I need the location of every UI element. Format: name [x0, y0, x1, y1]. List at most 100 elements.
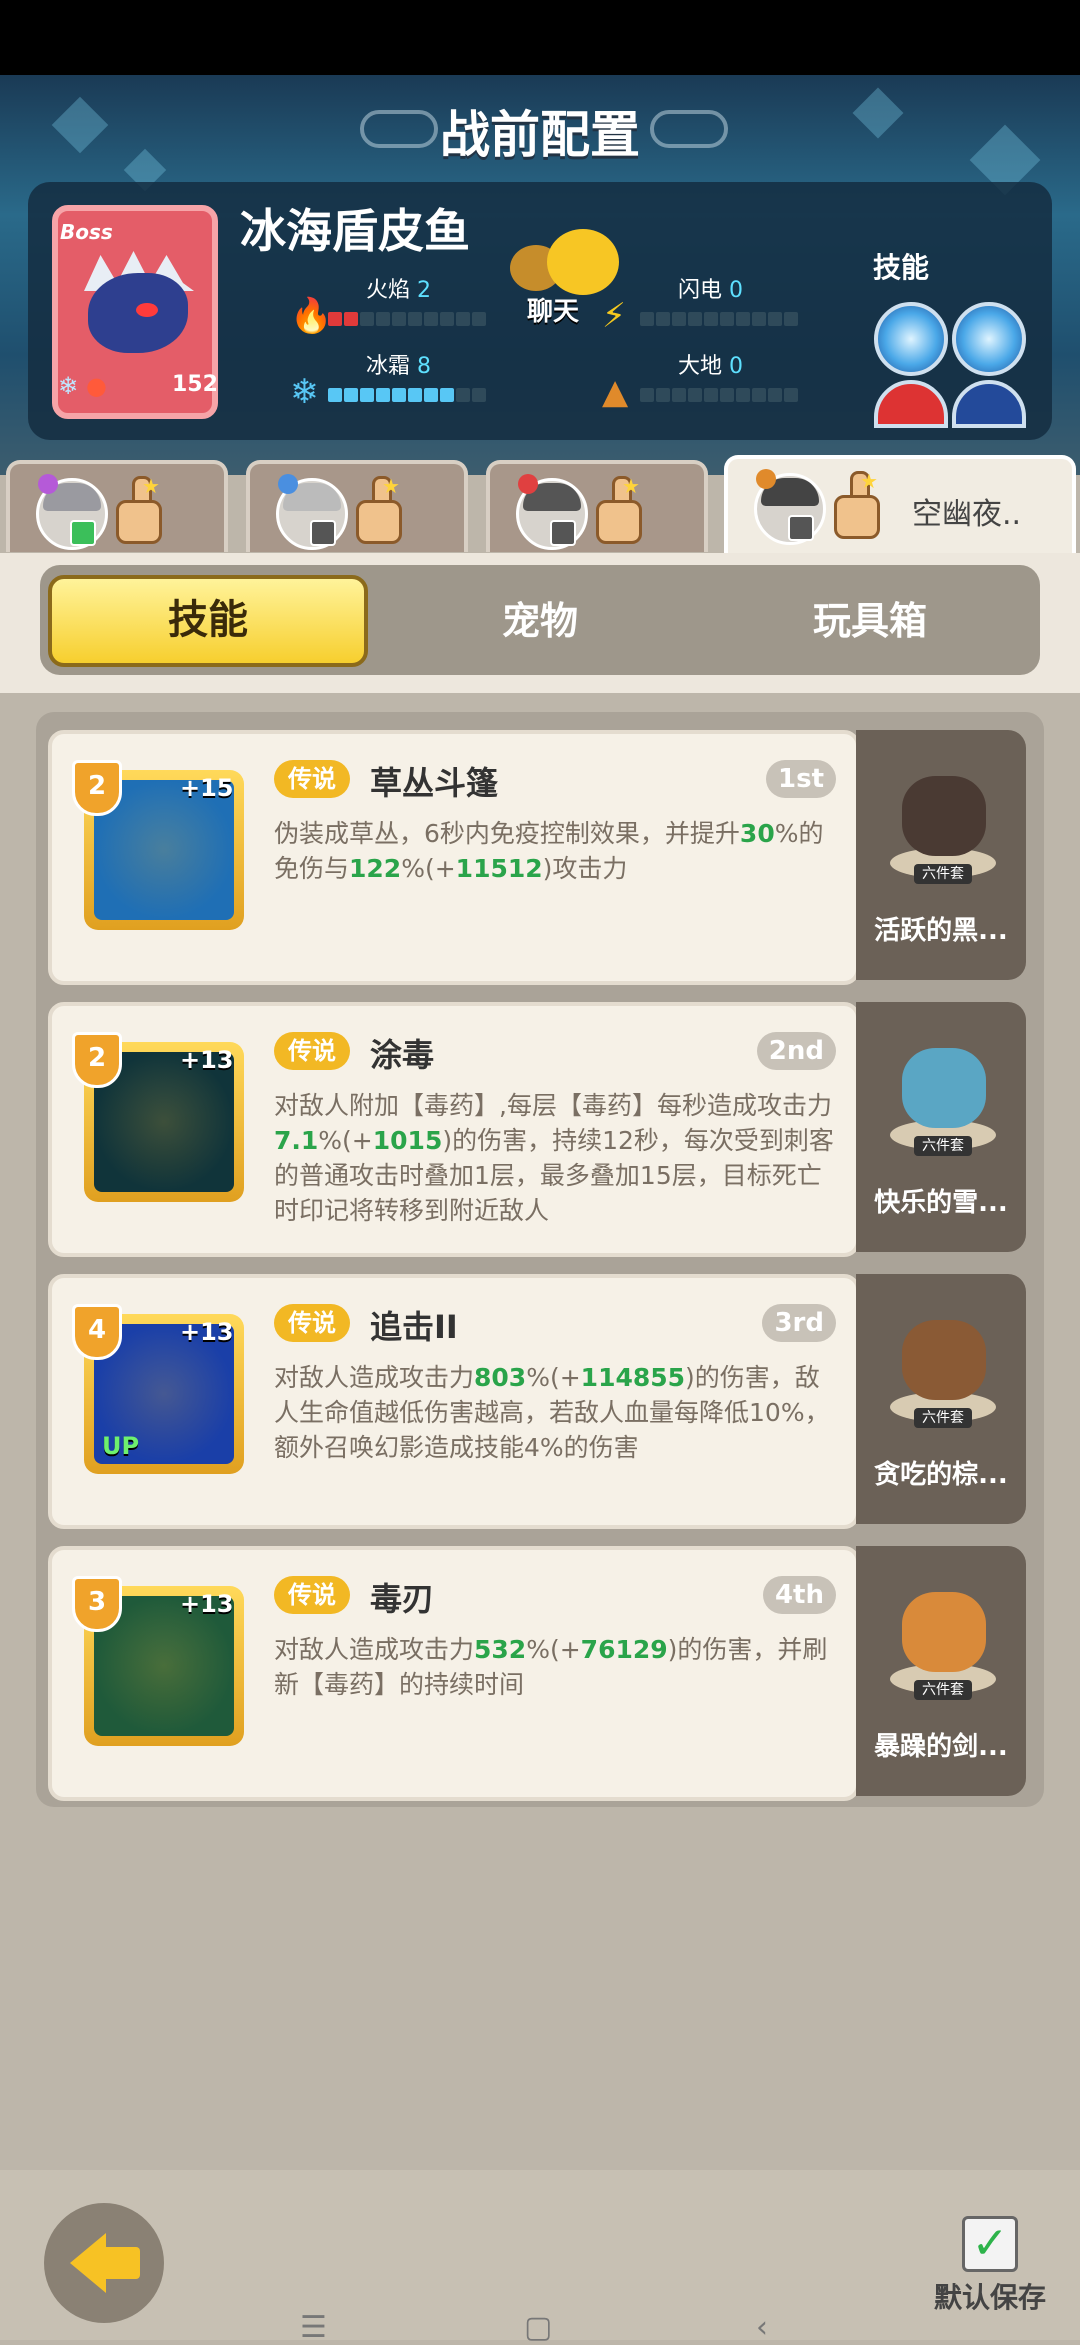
pet-slot[interactable]: 六件套 快乐的雪... — [856, 1002, 1026, 1252]
stat-bar-segment — [472, 388, 486, 402]
snowflake-icon: ❄ — [58, 372, 79, 400]
snowflake-icon: ❄ — [290, 372, 319, 412]
skill-level-badge: 2 — [72, 760, 122, 816]
skill-description-text: 伪装成草丛，6秒内免疫控制效果，并提升 — [274, 819, 740, 848]
skill-rank-badge: 3rd — [762, 1304, 836, 1342]
element-icon — [38, 474, 58, 494]
skill-rarity-badge: 传说 — [274, 1576, 350, 1614]
pointing-hand-icon: ★ — [112, 474, 162, 544]
hero-tab-1[interactable]: ★ — [6, 460, 228, 552]
stat-bar-segment — [440, 312, 454, 326]
skill-value-highlight: 7.1 — [274, 1126, 319, 1155]
pet-set-tag: 六件套 — [914, 1680, 972, 1700]
chat-button[interactable]: 聊天 — [505, 225, 620, 327]
skill-value-highlight: 532 — [474, 1635, 527, 1664]
boss-skill-ice-wave-icon[interactable] — [952, 302, 1026, 376]
stat-bar-segment — [640, 388, 654, 402]
skill-enhance-level: +13 — [180, 1318, 234, 1346]
stat-bar-segment — [736, 388, 750, 402]
stat-bar-segment — [360, 388, 374, 402]
skill-description: 对敌人造成攻击力803%(+114855)的伤害，敌人生命值越低伤害越高，若敌人… — [274, 1360, 844, 1465]
stat-bar-segment — [392, 312, 406, 326]
earth-icon: ▲ — [602, 372, 629, 412]
pet-set-tag: 六件套 — [914, 1136, 972, 1156]
skill-description-text: %(+ — [318, 1126, 373, 1155]
stat-bar-segment — [424, 388, 438, 402]
skill-description-text: %(+ — [401, 854, 456, 883]
pet-name: 暴躁的剑... — [874, 1732, 1008, 1762]
skill-description: 伪装成草丛，6秒内免疫控制效果，并提升30%的免伤与122%(+11512)攻击… — [274, 816, 844, 886]
skill-card[interactable]: 2 +15 传说 草丛斗篷 1st 伪装成草丛，6秒内免疫控制效果，并提升30%… — [48, 730, 860, 985]
skill-level-badge: 3 — [72, 1576, 122, 1632]
pet-name: 快乐的雪... — [874, 1188, 1008, 1218]
stat-bar-segment — [688, 388, 702, 402]
stat-bar-segment — [392, 388, 406, 402]
skill-name: 毒刃 — [370, 1580, 435, 1618]
skill-rarity-badge: 传说 — [274, 1304, 350, 1342]
skill-name: 追击II — [370, 1308, 458, 1346]
stat-bar-segment — [704, 312, 718, 326]
skill-enhance-level: +13 — [180, 1046, 234, 1074]
pet-slot[interactable]: 六件套 暴躁的剑... — [856, 1546, 1026, 1796]
skill-value-highlight: 76129 — [580, 1635, 668, 1664]
pet-figure: 六件套 — [890, 752, 996, 892]
boss-level: 152 — [172, 372, 218, 397]
skill-rank-badge: 1st — [766, 760, 836, 798]
stat-bar-segment — [472, 312, 486, 326]
pointing-hand-icon: ★ — [352, 474, 402, 544]
default-save-label: 默认保存 — [934, 2281, 1047, 2314]
skill-name: 涂毒 — [370, 1036, 435, 1074]
default-save-checkbox[interactable]: ✓ — [962, 2216, 1018, 2272]
pet-slot[interactable]: 六件套 活跃的黑... — [856, 730, 1026, 980]
class-badge-icon — [70, 520, 96, 546]
stat-bar-segment — [344, 312, 358, 326]
stat-bar-segment — [440, 388, 454, 402]
stat-bar-segment — [784, 312, 798, 326]
boss-skill-ice-crystal-icon[interactable] — [874, 302, 948, 376]
hero-name: 空幽夜.. — [912, 497, 1022, 532]
back-button[interactable] — [44, 2203, 164, 2323]
hero-tab-2[interactable]: ★ — [246, 460, 468, 552]
pet-figure: 六件套 — [890, 1568, 996, 1708]
class-badge-icon — [310, 520, 336, 546]
stat-fire-bar — [328, 312, 486, 326]
skill-card[interactable]: 3 +13 传说 毒刃 4th 对敌人造成攻击力532%(+76129)的伤害，… — [48, 1546, 860, 1801]
pointing-hand-icon: ★ — [592, 474, 642, 544]
skill-enhance-level: +15 — [180, 774, 234, 802]
page-title: 战前配置 — [440, 106, 640, 164]
element-icon — [278, 474, 298, 494]
stat-bar-segment — [656, 388, 670, 402]
skill-card[interactable]: 2 +13 传说 涂毒 2nd 对敌人附加【毒药】,每层【毒药】每秒造成攻击力 7… — [48, 1002, 860, 1257]
skill-value-highlight: 1015 — [372, 1126, 443, 1155]
skill-description-text: )攻击力 — [542, 854, 628, 883]
tab-toybox[interactable]: 玩具箱 — [720, 575, 1020, 667]
stat-frost-label: 冰霜 8 — [366, 354, 432, 379]
stat-bar-segment — [424, 312, 438, 326]
skill-value-highlight: 114855 — [580, 1363, 686, 1392]
hero-tab-4[interactable]: ★ 空幽夜.. — [724, 455, 1076, 555]
stat-bar-segment — [768, 388, 782, 402]
skill-value-highlight: 122 — [349, 854, 402, 883]
stat-bar-segment — [360, 312, 374, 326]
skill-rank-badge: 2nd — [756, 1032, 836, 1070]
stat-bar-segment — [784, 388, 798, 402]
tab-skills[interactable]: 技能 — [48, 575, 368, 667]
class-badge-icon — [550, 520, 576, 546]
stat-bar-segment — [376, 388, 390, 402]
skill-value-highlight: 30 — [739, 819, 775, 848]
pet-slot[interactable]: 六件套 贪吃的棕... — [856, 1274, 1026, 1524]
stat-bar-segment — [408, 312, 422, 326]
stat-bar-segment — [328, 312, 342, 326]
stat-bar-segment — [344, 388, 358, 402]
skill-card[interactable]: UP 4 +13 传说 追击II 3rd 对敌人造成攻击力803%(+11485… — [48, 1274, 860, 1529]
hero-tab-3[interactable]: ★ — [486, 460, 708, 552]
stat-lightning-label: 闪电 0 — [678, 278, 744, 303]
skill-description-text: %(+ — [526, 1635, 581, 1664]
pet-set-tag: 六件套 — [914, 1408, 972, 1428]
stat-bar-segment — [376, 312, 390, 326]
skill-description-text: %(+ — [526, 1363, 581, 1392]
stat-bar-segment — [752, 312, 766, 326]
tab-pets[interactable]: 宠物 — [390, 575, 690, 667]
pet-figure: 六件套 — [890, 1296, 996, 1436]
skill-value-highlight: 803 — [474, 1363, 527, 1392]
